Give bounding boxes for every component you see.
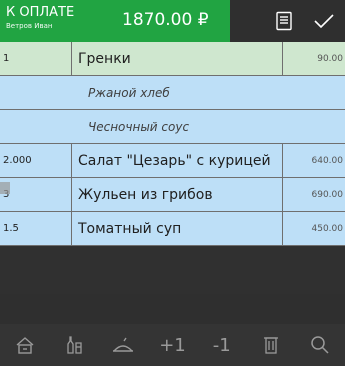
list-empty-area [0, 294, 345, 324]
row-quantity: 1.5 [0, 212, 72, 245]
order-row-3[interactable]: 3 Жульен из грибов 690.00 [0, 178, 345, 212]
order-row-4[interactable]: 1.5 Томатный суп 450.00 [0, 212, 345, 246]
total-amount: 1870.00 ₽ [122, 10, 209, 30]
row-price: 90.00 [282, 42, 345, 75]
row-name: Жульен из грибов [78, 186, 213, 203]
row-quantity: 1 [0, 42, 72, 75]
home-icon[interactable] [5, 329, 45, 361]
order-row-2[interactable]: 2.000 Салат "Цезарь" с курицей 640.00 [0, 144, 345, 178]
row-price: 450.00 [282, 212, 345, 245]
modifier-name: Чесночный соус [88, 119, 190, 134]
modifier-name: Ржаной хлеб [88, 85, 170, 100]
modifier-row-2[interactable]: Чесночный соус [0, 110, 345, 144]
row-quantity: 3 [0, 178, 72, 211]
receipt-icon[interactable] [271, 8, 297, 34]
modifier-row-1[interactable]: Ржаной хлеб [0, 76, 345, 110]
to-pay-panel[interactable]: К ОПЛАТЕ Ветров Иван 1870.00 ₽ [0, 0, 230, 42]
dish-icon[interactable] [103, 329, 143, 361]
drag-handle[interactable] [0, 182, 10, 194]
order-header: К ОПЛАТЕ Ветров Иван 1870.00 ₽ [0, 0, 345, 42]
row-name: Гренки [78, 50, 131, 67]
order-items-list: 1 Гренки 90.00 Ржаной хлеб Чесночный соу… [0, 42, 345, 246]
bottom-toolbar: +1 -1 [0, 324, 345, 366]
row-name: Салат "Цезарь" с курицей [78, 152, 271, 169]
row-quantity: 2.000 [0, 144, 72, 177]
row-price: 640.00 [282, 144, 345, 177]
order-row-1[interactable]: 1 Гренки 90.00 [0, 42, 345, 76]
to-pay-label: К ОПЛАТЕ [6, 5, 75, 20]
check-icon[interactable] [311, 8, 337, 34]
row-price: 690.00 [282, 178, 345, 211]
minus-one-button[interactable]: -1 [202, 329, 242, 361]
search-icon[interactable] [300, 329, 340, 361]
customer-name: Ветров Иван [6, 22, 53, 30]
trash-icon[interactable] [251, 329, 291, 361]
plus-one-button[interactable]: +1 [152, 329, 192, 361]
bottles-icon[interactable] [54, 329, 94, 361]
row-name: Томатный суп [78, 220, 182, 237]
